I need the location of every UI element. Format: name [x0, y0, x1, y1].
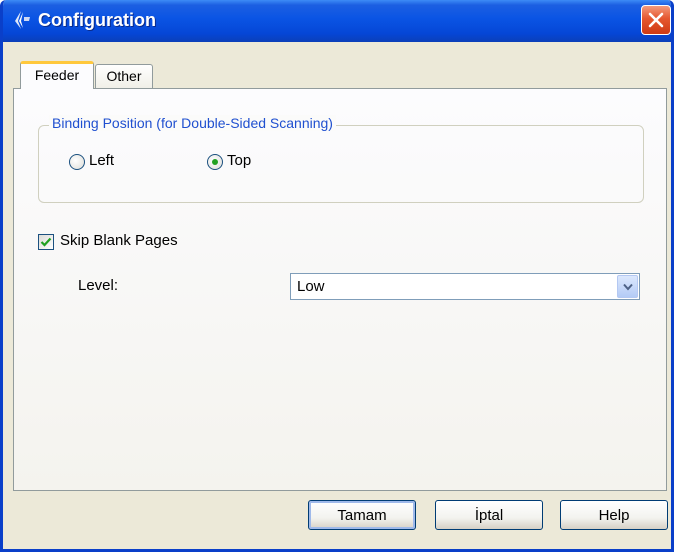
title-bar[interactable]: Configuration [3, 0, 671, 42]
skip-blank-pages-checkbox[interactable] [38, 234, 54, 250]
tab-feeder[interactable]: Feeder [20, 61, 94, 89]
level-select-value: Low [297, 278, 325, 295]
radio-left-label[interactable]: Left [89, 152, 114, 169]
chevron-down-icon [623, 283, 633, 291]
configuration-dialog: Configuration Feeder Other Binding Posit… [0, 0, 674, 552]
radio-top[interactable] [207, 154, 223, 170]
checkmark-icon [40, 237, 52, 247]
close-icon [648, 12, 664, 28]
radio-selected-dot [212, 159, 218, 165]
tab-other[interactable]: Other [95, 64, 153, 88]
dropdown-button[interactable] [617, 275, 638, 298]
cancel-button[interactable]: İptal [435, 500, 543, 530]
scanner-app-icon [15, 11, 30, 29]
binding-position-label: Binding Position (for Double-Sided Scann… [49, 115, 336, 131]
level-select[interactable]: Low [290, 273, 640, 300]
binding-position-group: Binding Position (for Double-Sided Scann… [38, 115, 644, 203]
skip-blank-pages-label[interactable]: Skip Blank Pages [60, 232, 178, 249]
radio-left[interactable] [69, 154, 85, 170]
help-button[interactable]: Help [560, 500, 668, 530]
radio-top-label[interactable]: Top [227, 152, 251, 169]
ok-button[interactable]: Tamam [308, 500, 416, 530]
feeder-tab-panel: Binding Position (for Double-Sided Scann… [13, 88, 667, 491]
level-label: Level: [78, 277, 119, 294]
window-title: Configuration [38, 10, 156, 30]
close-button[interactable] [641, 5, 671, 35]
